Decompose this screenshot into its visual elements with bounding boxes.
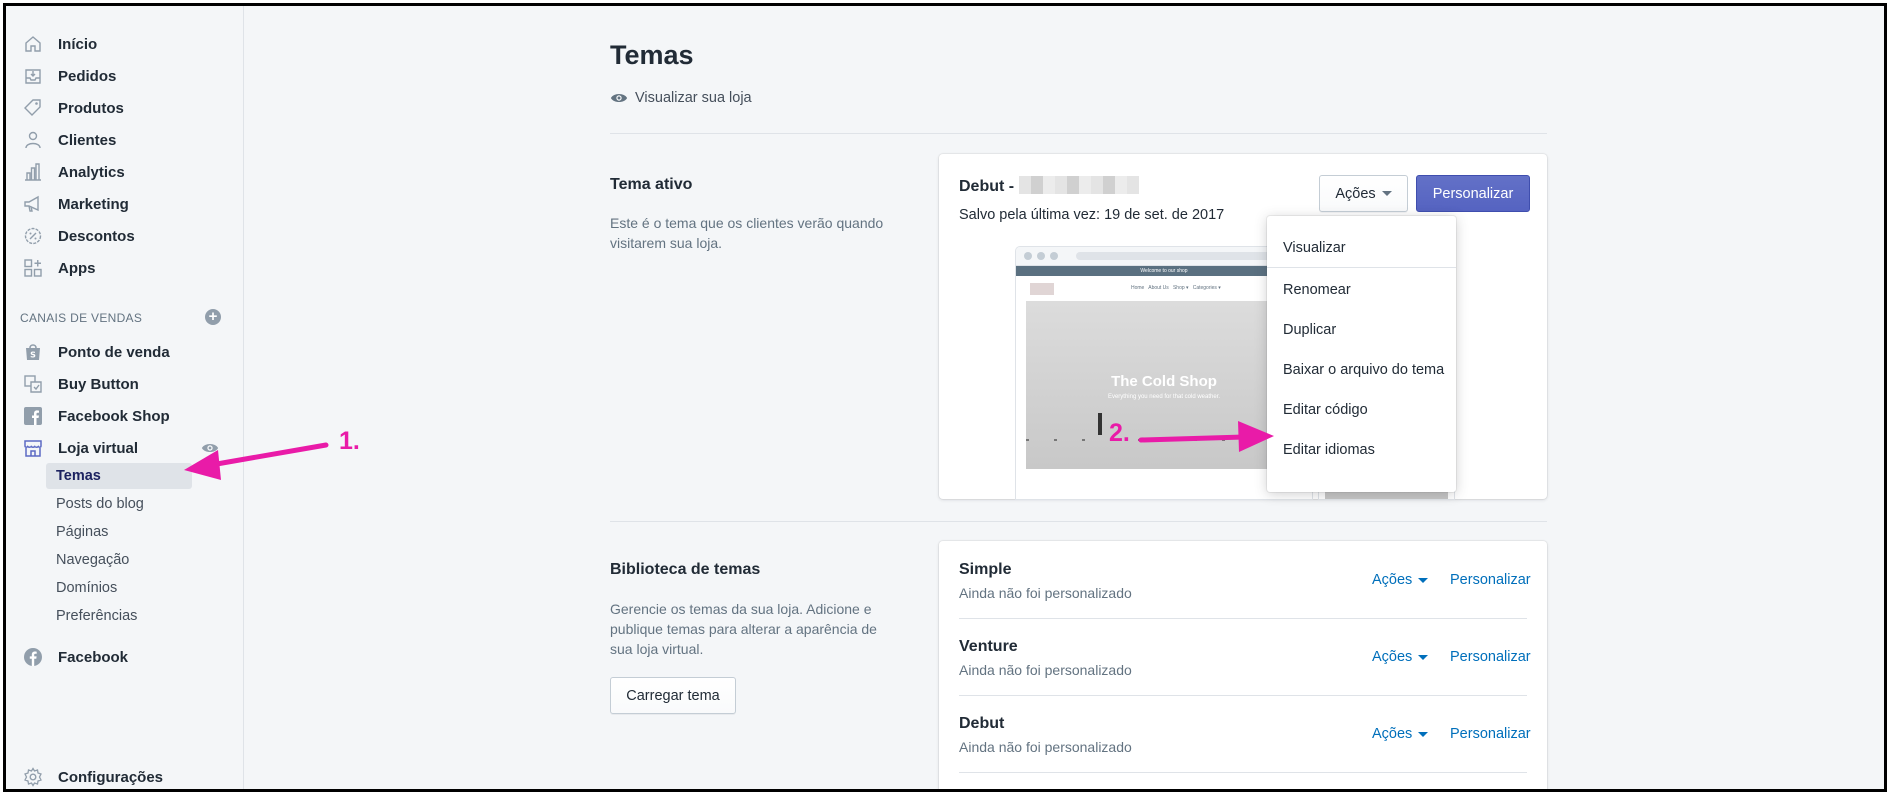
arrow-1-icon [184,442,329,480]
annotation-overlay [184,421,1274,480]
annotation-step-1: 1. [339,427,360,455]
arrow-2-icon [1138,421,1274,452]
app-frame: Início Pedidos Produtos Clientes Analyti… [3,3,1887,792]
annotation-step-2: 2. [1109,419,1130,447]
